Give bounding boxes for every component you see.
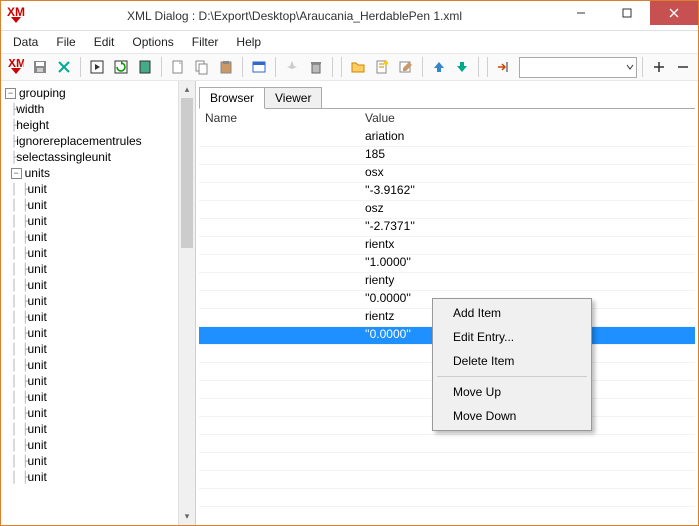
tree-unit-item[interactable]: │ ├ unit [5, 437, 195, 453]
grid-header: Name Value [199, 109, 695, 129]
table-row[interactable]: ''-2.7371'' [199, 219, 695, 237]
column-name[interactable]: Name [199, 109, 359, 129]
tree-unit-item[interactable]: │ ├ unit [5, 293, 195, 309]
ctx-move-up[interactable]: Move Up [435, 380, 589, 404]
play-icon[interactable] [86, 56, 108, 78]
ctx-delete-item[interactable]: Delete Item [435, 349, 589, 373]
tree-item[interactable]: ├ width [5, 101, 195, 117]
content: −grouping ├ width ├ height ├ ignorerepla… [1, 81, 698, 525]
minimize-button[interactable] [558, 1, 604, 25]
table-row[interactable] [199, 489, 695, 507]
copy-icon[interactable] [191, 56, 213, 78]
trash-icon[interactable] [305, 56, 327, 78]
tree-unit-item[interactable]: │ ├ unit [5, 469, 195, 485]
table-row[interactable] [199, 435, 695, 453]
collapse-icon[interactable]: − [11, 168, 22, 179]
combo-box[interactable] [519, 57, 637, 78]
tabs: Browser Viewer [196, 84, 698, 108]
table-row[interactable]: osx [199, 165, 695, 183]
tree-unit-item[interactable]: │ ├ unit [5, 405, 195, 421]
maximize-button[interactable] [604, 1, 650, 25]
menu-help[interactable]: Help [232, 33, 265, 51]
menu-options[interactable]: Options [128, 33, 177, 51]
table-row[interactable]: osz [199, 201, 695, 219]
table-row[interactable]: rienty [199, 273, 695, 291]
tree-unit-item[interactable]: │ ├ unit [5, 357, 195, 373]
doc-icon[interactable] [134, 56, 156, 78]
column-value[interactable]: Value [359, 109, 695, 129]
table-row[interactable] [199, 471, 695, 489]
tree-panel: −grouping ├ width ├ height ├ ignorerepla… [1, 81, 196, 525]
tree-root[interactable]: −grouping [5, 85, 195, 101]
tree-unit-item[interactable]: │ ├ unit [5, 229, 195, 245]
menu-file[interactable]: File [52, 33, 79, 51]
tree-unit-item[interactable]: │ ├ unit [5, 261, 195, 277]
ctx-edit-entry[interactable]: Edit Entry... [435, 325, 589, 349]
table-row[interactable]: rientx [199, 237, 695, 255]
tree-item[interactable]: ├ ignorereplacementrules [5, 133, 195, 149]
tree-unit-item[interactable]: │ ├ unit [5, 277, 195, 293]
tree-unit-item[interactable]: │ ├ unit [5, 389, 195, 405]
tree[interactable]: −grouping ├ width ├ height ├ ignorerepla… [1, 81, 195, 525]
menu-data[interactable]: Data [9, 33, 42, 51]
db-icon[interactable] [248, 56, 270, 78]
tree-unit-item[interactable]: │ ├ unit [5, 421, 195, 437]
tree-unit-item[interactable]: │ ├ unit [5, 373, 195, 389]
table-row[interactable]: 185 [199, 147, 695, 165]
menu-edit[interactable]: Edit [90, 33, 119, 51]
scroll-up-icon[interactable]: ▴ [179, 81, 195, 98]
tree-unit-item[interactable]: │ ├ unit [5, 181, 195, 197]
menubar: Data File Edit Options Filter Help [1, 31, 698, 53]
add-icon[interactable] [648, 56, 670, 78]
ctx-separator [437, 376, 587, 377]
tree-unit-item[interactable]: │ ├ unit [5, 325, 195, 341]
tree-unit-item[interactable]: │ ├ unit [5, 453, 195, 469]
down-arrow-icon[interactable] [452, 56, 474, 78]
pin-icon[interactable] [281, 56, 303, 78]
ctx-move-down[interactable]: Move Down [435, 404, 589, 428]
tree-units[interactable]: −units [5, 165, 195, 181]
close-button[interactable] [650, 1, 698, 25]
app-icon: XML [1, 1, 31, 31]
toolbar: XML [1, 53, 698, 81]
tree-unit-item[interactable]: │ ├ unit [5, 245, 195, 261]
tree-unit-item[interactable]: │ ├ unit [5, 213, 195, 229]
tree-item[interactable]: ├ height [5, 117, 195, 133]
menu-filter[interactable]: Filter [188, 33, 223, 51]
folder-icon[interactable] [347, 56, 369, 78]
edit-icon[interactable] [395, 56, 417, 78]
tree-unit-item[interactable]: │ ├ unit [5, 197, 195, 213]
paste-icon[interactable] [215, 56, 237, 78]
scroll-down-icon[interactable]: ▾ [179, 508, 195, 525]
scrollbar[interactable]: ▴▾ [178, 81, 195, 525]
tab-browser[interactable]: Browser [199, 87, 265, 109]
remove-icon[interactable] [672, 56, 694, 78]
table-row[interactable]: ariation [199, 129, 695, 147]
tree-unit-item[interactable]: │ ├ unit [5, 309, 195, 325]
up-arrow-icon[interactable] [428, 56, 450, 78]
table-row[interactable]: ''-3.9162'' [199, 183, 695, 201]
ctx-add-item[interactable]: Add Item [435, 301, 589, 325]
table-row[interactable]: ''1.0000'' [199, 255, 695, 273]
tab-viewer[interactable]: Viewer [264, 87, 322, 108]
table-row[interactable] [199, 453, 695, 471]
titlebar: XML XML Dialog : D:\Export\Desktop\Arauc… [1, 1, 698, 31]
refresh-icon[interactable] [110, 56, 132, 78]
save-icon[interactable] [29, 56, 51, 78]
collapse-icon[interactable]: − [5, 88, 16, 99]
new-icon[interactable] [167, 56, 189, 78]
window-title: XML Dialog : D:\Export\Desktop\Araucania… [31, 9, 558, 23]
wizard-icon[interactable] [371, 56, 393, 78]
indent-icon[interactable] [493, 56, 515, 78]
delete-icon[interactable] [53, 56, 75, 78]
window-buttons [558, 1, 698, 31]
context-menu: Add Item Edit Entry... Delete Item Move … [432, 298, 592, 431]
scroll-thumb[interactable] [181, 98, 193, 248]
xml-icon[interactable]: XML [5, 56, 27, 78]
tree-unit-item[interactable]: │ ├ unit [5, 341, 195, 357]
tree-item[interactable]: ├ selectassingleunit [5, 149, 195, 165]
